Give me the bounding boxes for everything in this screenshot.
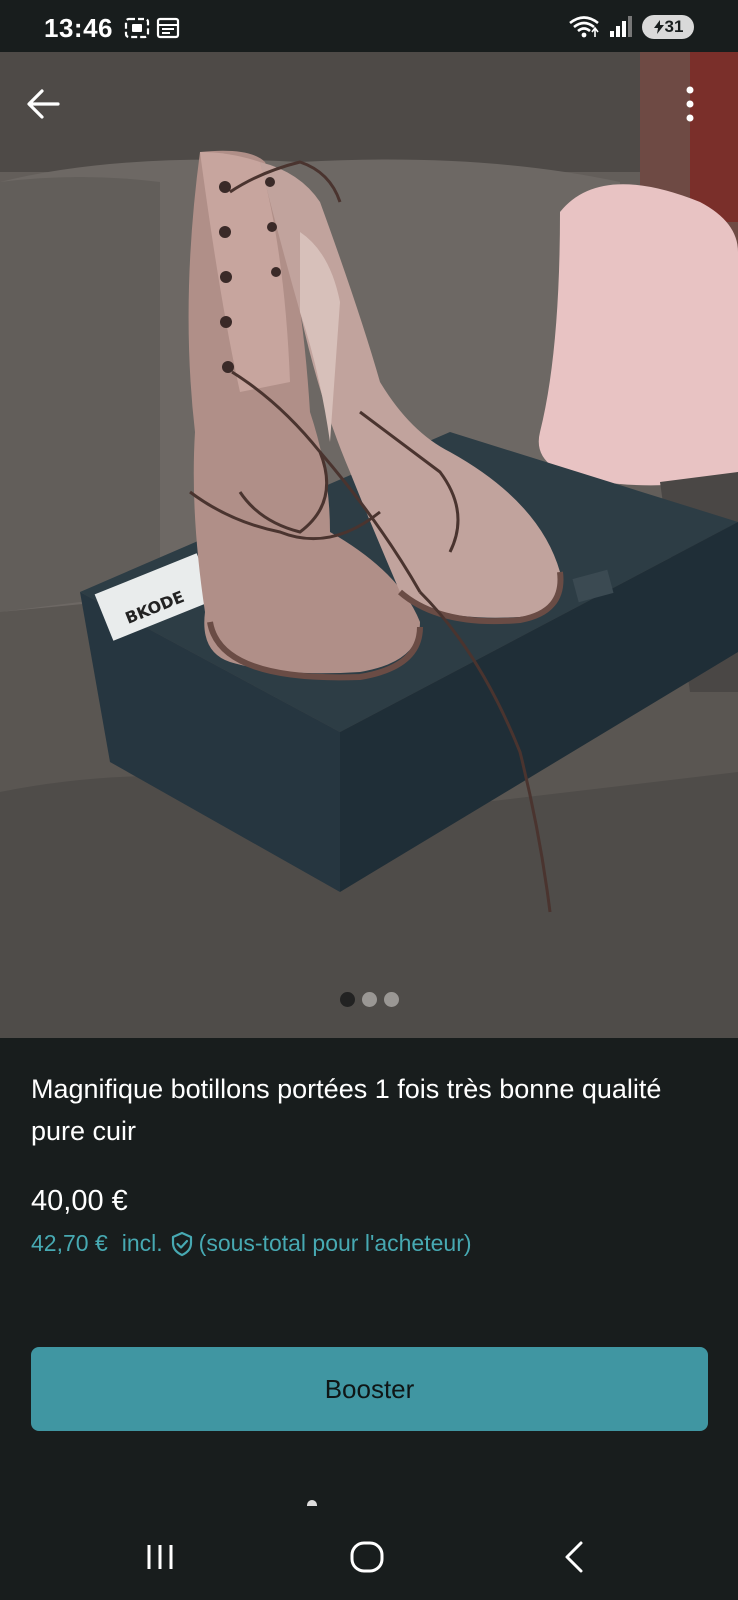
home-button[interactable] bbox=[337, 1532, 397, 1582]
pagination-dot-2[interactable] bbox=[361, 992, 377, 1007]
product-photo[interactable]: BKODE bbox=[0, 52, 738, 1038]
photo-image: BKODE bbox=[0, 52, 738, 1038]
charging-icon bbox=[653, 20, 664, 34]
booster-button[interactable]: Booster bbox=[31, 1347, 708, 1431]
back-button[interactable] bbox=[22, 82, 66, 126]
status-icons-right: 31 bbox=[568, 14, 694, 40]
listing-title: Magnifique botillons portées 1 fois très… bbox=[31, 1074, 662, 1146]
listing-price: 40,00 € bbox=[31, 1185, 128, 1217]
price-incl-value: 42,70 € bbox=[31, 1230, 108, 1256]
nav-back-button[interactable] bbox=[544, 1532, 604, 1582]
screenshot-icon bbox=[124, 17, 150, 39]
recent-apps-icon bbox=[147, 1545, 173, 1569]
scroll-indicator bbox=[307, 1500, 317, 1506]
system-nav-bar bbox=[0, 1510, 738, 1600]
more-vertical-icon bbox=[686, 86, 694, 122]
battery-icon: 31 bbox=[642, 15, 694, 39]
more-options-button[interactable] bbox=[668, 82, 712, 126]
incl-label: incl. bbox=[121, 1230, 163, 1256]
calendar-icon bbox=[156, 17, 180, 39]
battery-level: 31 bbox=[664, 17, 684, 36]
price-including-fees[interactable]: 42,70 € incl. (sous-total pour l'acheteu… bbox=[31, 1230, 472, 1257]
status-icons-left bbox=[124, 16, 180, 40]
pagination-dot-3[interactable] bbox=[383, 992, 399, 1007]
status-bar: 13:46 31 bbox=[0, 0, 738, 56]
wifi-icon bbox=[569, 16, 599, 38]
shield-check-icon bbox=[171, 1231, 192, 1256]
photo-pagination bbox=[0, 992, 738, 1007]
status-time: 13:46 bbox=[44, 13, 113, 43]
home-icon bbox=[350, 1541, 384, 1573]
chevron-left-icon bbox=[565, 1541, 583, 1573]
buyer-subtotal-label: (sous-total pour l'acheteur) bbox=[198, 1230, 472, 1256]
pagination-dot-1[interactable] bbox=[339, 992, 355, 1007]
arrow-left-icon bbox=[27, 89, 60, 119]
recent-apps-button[interactable] bbox=[130, 1532, 190, 1582]
signal-icon bbox=[610, 16, 632, 37]
